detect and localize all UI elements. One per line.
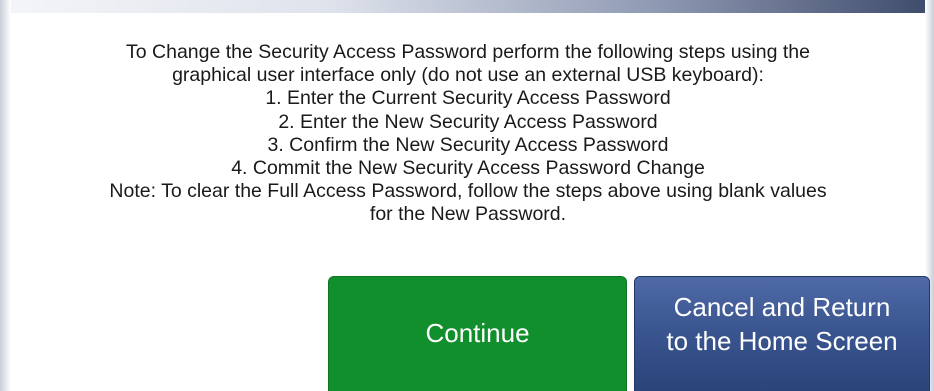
- cancel-button-label: Cancel and Return to the Home Screen: [666, 292, 898, 364]
- instruction-line: graphical user interface only (do not us…: [172, 64, 764, 87]
- cancel-return-home-button[interactable]: Cancel and Return to the Home Screen: [634, 276, 930, 391]
- title-bar: [0, 0, 934, 13]
- password-change-dialog: To Change the Security Access Password p…: [0, 0, 934, 391]
- cancel-button-label-line-1: Cancel and Return: [673, 292, 891, 322]
- step-3-text: 3. Confirm the New Security Access Passw…: [267, 133, 669, 156]
- continue-button-label: Continue: [425, 318, 530, 348]
- step-2-text: 2. Enter the New Security Access Passwor…: [278, 110, 658, 133]
- instructions-text: To Change the Security Access Password p…: [12, 41, 924, 227]
- step-4-text: 4. Commit the New Security Access Passwo…: [231, 157, 705, 180]
- cancel-button-label-line-2: to the Home Screen: [666, 326, 898, 356]
- continue-button[interactable]: Continue: [328, 276, 627, 391]
- note-text: Note: To clear the Full Access Password,…: [109, 180, 827, 203]
- step-1-text: 1. Enter the Current Security Access Pas…: [265, 87, 671, 110]
- note-text-continued: for the New Password.: [369, 203, 567, 226]
- dialog-left-border: [0, 0, 11, 391]
- instruction-line: To Change the Security Access Password p…: [126, 41, 810, 63]
